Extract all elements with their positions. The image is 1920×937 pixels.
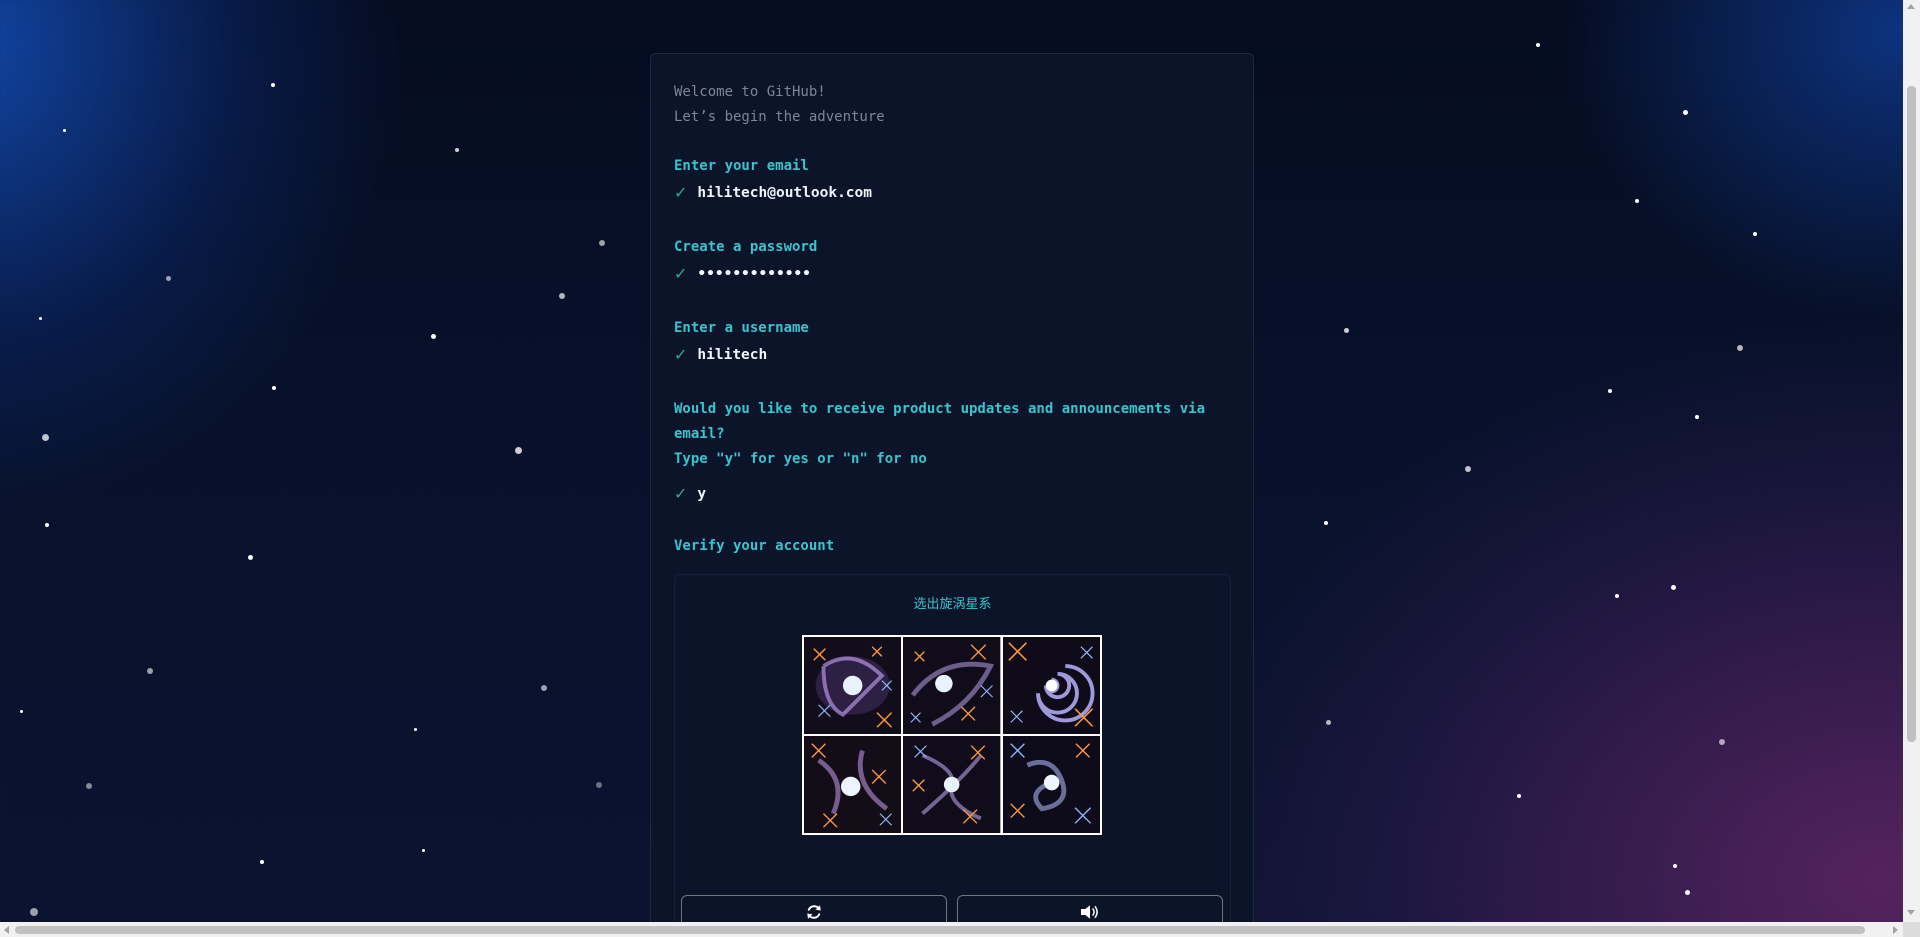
- vertical-scrollbar[interactable]: [1903, 0, 1920, 922]
- horizontal-scroll-thumb[interactable]: [15, 926, 1865, 934]
- galaxy-tile-2[interactable]: [903, 637, 1001, 734]
- updates-instruction: Type "y" for yes or "n" for no: [674, 451, 927, 467]
- email-value: hilitech@outlook.com: [697, 185, 873, 201]
- welcome-text: Welcome to GitHub! Let’s begin the adven…: [674, 80, 885, 130]
- galaxy-tile-6[interactable]: [1002, 736, 1100, 833]
- captcha-image-grid: [802, 635, 1102, 835]
- check-icon: ✓: [674, 264, 688, 283]
- email-answer[interactable]: ✓ hilitech@outlook.com: [674, 182, 872, 204]
- verify-prompt: Verify your account: [674, 538, 835, 554]
- horizontal-scrollbar[interactable]: [0, 922, 1903, 937]
- captcha-panel: 选出旋涡星系: [674, 574, 1231, 937]
- scroll-right-arrow-icon[interactable]: [1893, 926, 1898, 934]
- username-answer[interactable]: ✓ hilitech: [674, 344, 767, 366]
- galaxy-tile-3-spiral[interactable]: [1002, 637, 1100, 734]
- galaxy-tile-4[interactable]: [804, 736, 902, 833]
- scroll-down-arrow-icon[interactable]: [1907, 910, 1915, 915]
- check-icon: ✓: [674, 183, 688, 202]
- check-icon: ✓: [674, 345, 688, 364]
- updates-prompt: Would you like to receive product update…: [674, 397, 1234, 472]
- updates-prompt-line: Would you like to receive product update…: [674, 401, 1206, 417]
- adventure-line: Let’s begin the adventure: [674, 109, 885, 125]
- scrollbar-corner: [1903, 922, 1920, 937]
- scroll-left-arrow-icon[interactable]: [4, 926, 9, 934]
- galaxy-tile-5[interactable]: [903, 736, 1001, 833]
- updates-answer[interactable]: ✓ y: [674, 483, 706, 505]
- speaker-icon: [1081, 905, 1098, 919]
- username-prompt: Enter a username: [674, 320, 809, 336]
- password-prompt: Create a password: [674, 239, 818, 255]
- captcha-instruction: 选出旋涡星系: [913, 597, 992, 612]
- username-value: hilitech: [697, 347, 768, 363]
- refresh-icon: [807, 905, 821, 919]
- galaxy-tile-1[interactable]: [804, 637, 902, 734]
- check-icon: ✓: [674, 484, 688, 503]
- password-value: •••••••••••••: [697, 266, 811, 282]
- email-prompt: Enter your email: [674, 158, 809, 174]
- vertical-scroll-thumb[interactable]: [1907, 86, 1916, 742]
- updates-prompt-line: email?: [674, 426, 725, 442]
- welcome-line: Welcome to GitHub!: [674, 84, 826, 100]
- scroll-up-arrow-icon[interactable]: [1907, 4, 1915, 9]
- updates-value: y: [697, 486, 707, 502]
- signup-card: Welcome to GitHub! Let’s begin the adven…: [650, 53, 1254, 937]
- password-answer[interactable]: ✓ •••••••••••••: [674, 263, 811, 285]
